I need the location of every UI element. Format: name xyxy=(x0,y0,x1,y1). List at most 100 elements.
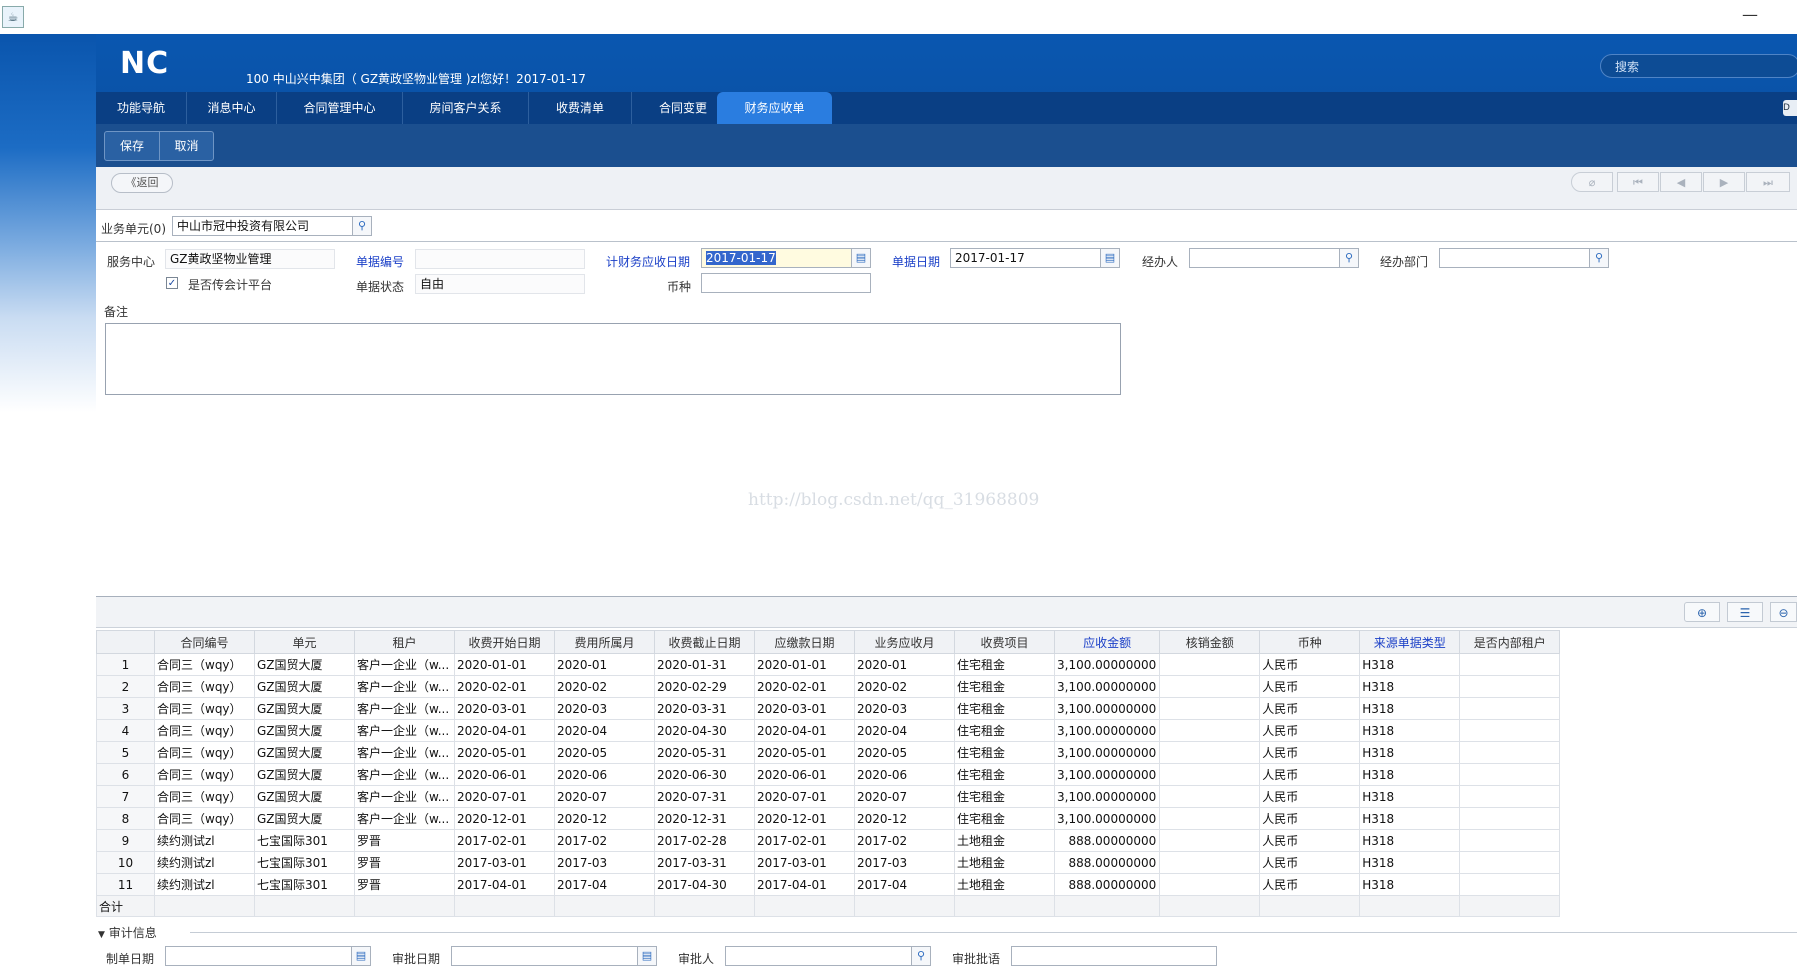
search-icon[interactable]: ⚲ xyxy=(352,217,371,235)
table-cell[interactable]: H318 xyxy=(1359,829,1461,852)
table-cell[interactable]: 客户一企业（w... xyxy=(354,675,455,698)
table-cell[interactable]: 2020-06-01 xyxy=(754,763,855,786)
java-app-icon[interactable]: ☕ xyxy=(2,6,24,28)
table-cell[interactable]: 2020-07-31 xyxy=(654,785,755,808)
table-cell[interactable]: GZ国贸大厦 xyxy=(254,785,355,808)
table-cell[interactable]: 住宅租金 xyxy=(954,763,1055,786)
table-cell[interactable]: GZ国贸大厦 xyxy=(254,653,355,676)
back-button[interactable]: 《返回 xyxy=(111,173,173,193)
table-cell[interactable]: 续约测试zl xyxy=(154,851,255,874)
table-cell[interactable]: 人民币 xyxy=(1259,851,1361,874)
table-cell[interactable]: 合同三（wqy） xyxy=(154,741,255,764)
table-cell[interactable]: 罗晋 xyxy=(354,873,455,896)
table-cell[interactable]: 七宝国际301 xyxy=(254,873,355,896)
table-cell[interactable]: 合同三（wqy） xyxy=(154,653,255,676)
column-header[interactable]: 费用所属月 xyxy=(554,630,655,654)
column-header[interactable]: 收费开始日期 xyxy=(454,630,555,654)
table-cell[interactable]: 2020-01-31 xyxy=(654,653,755,676)
table-cell[interactable]: 2017-04 xyxy=(854,873,955,896)
tab-room-customer[interactable]: 房间客户关系 xyxy=(403,92,529,124)
search-icon[interactable]: ⚲ xyxy=(1339,249,1358,267)
table-cell[interactable]: 2020-05-01 xyxy=(454,741,555,764)
approve-date-field[interactable]: ▤ xyxy=(451,946,657,966)
table-cell[interactable] xyxy=(1159,697,1261,720)
table-cell[interactable] xyxy=(1159,763,1261,786)
last-page-icon[interactable]: ⏭ xyxy=(1746,172,1790,192)
table-cell[interactable]: 人民币 xyxy=(1259,675,1361,698)
table-cell[interactable]: H318 xyxy=(1359,675,1461,698)
table-cell[interactable]: GZ国贸大厦 xyxy=(254,719,355,742)
table-row[interactable]: 3 合同三（wqy） GZ国贸大厦 客户一企业（w... 2020-03-01 2020-… xyxy=(96,697,1561,720)
column-header[interactable]: 来源单据类型 xyxy=(1359,630,1461,654)
table-cell[interactable] xyxy=(1159,807,1261,830)
dept-field[interactable]: ⚲ xyxy=(1439,248,1609,268)
table-row[interactable]: 9 续约测试zl 七宝国际301 罗晋 2017-02-01 2017-02 2017-02… xyxy=(96,829,1561,852)
table-cell[interactable]: 2020-02 xyxy=(854,675,955,698)
table-cell[interactable]: 土地租金 xyxy=(954,873,1055,896)
column-header[interactable]: 币种 xyxy=(1259,630,1361,654)
approver-field[interactable]: ⚲ xyxy=(725,946,931,966)
table-cell[interactable] xyxy=(1459,851,1561,874)
table-cell[interactable]: 2017-03 xyxy=(854,851,955,874)
table-cell[interactable]: 2017-03-31 xyxy=(654,851,755,874)
table-cell[interactable]: 罗晋 xyxy=(354,829,455,852)
table-cell[interactable]: 2017-04-01 xyxy=(754,873,855,896)
table-cell[interactable]: 七宝国际301 xyxy=(254,851,355,874)
table-cell[interactable]: 合同三（wqy） xyxy=(154,785,255,808)
org-field[interactable]: 中山市冠中投资有限公司 ⚲ xyxy=(172,216,372,236)
table-cell[interactable]: 2020-12 xyxy=(554,807,655,830)
tab-message-center[interactable]: 消息中心 xyxy=(187,92,277,124)
calendar-icon[interactable]: ▤ xyxy=(851,249,870,267)
table-cell[interactable]: 人民币 xyxy=(1259,807,1361,830)
next-page-icon[interactable]: ▶ xyxy=(1703,172,1745,192)
delete-row-icon[interactable]: ⊖ xyxy=(1770,602,1797,622)
table-cell[interactable]: 2020-02-29 xyxy=(654,675,755,698)
table-cell[interactable]: 人民币 xyxy=(1259,829,1361,852)
column-header[interactable]: 租户 xyxy=(354,630,455,654)
bill-date-field[interactable]: 2017-01-17 ▤ xyxy=(950,248,1120,268)
table-cell[interactable]: 3,100.00000000 xyxy=(1053,719,1161,742)
table-row[interactable]: 5 合同三（wqy） GZ国贸大厦 客户一企业（w... 2020-05-01 2020-… xyxy=(96,741,1561,764)
table-cell[interactable]: 2020-01-01 xyxy=(754,653,855,676)
tab-finance-receivable[interactable]: 财务应收单 xyxy=(717,92,832,124)
table-cell[interactable] xyxy=(1459,807,1561,830)
previous-page-icon[interactable]: ◀ xyxy=(1660,172,1702,192)
table-cell[interactable]: 合同三（wqy） xyxy=(154,697,255,720)
column-header[interactable]: 收费项目 xyxy=(954,630,1055,654)
service-center-field[interactable]: GZ黄政坚物业管理 xyxy=(165,249,335,269)
table-cell[interactable]: 3,100.00000000 xyxy=(1053,675,1161,698)
table-cell[interactable]: 客户一企业（w... xyxy=(354,807,455,830)
approve-note-field[interactable] xyxy=(1011,946,1217,966)
tab-overflow-button[interactable]: D xyxy=(1783,100,1797,116)
table-cell[interactable]: 888.00000000 xyxy=(1053,851,1161,874)
table-cell[interactable] xyxy=(1459,653,1561,676)
table-cell[interactable]: 2020-07 xyxy=(854,785,955,808)
table-cell[interactable]: 合同三（wqy） xyxy=(154,807,255,830)
table-cell[interactable]: 2020-03-01 xyxy=(754,697,855,720)
table-cell[interactable]: 2020-01 xyxy=(554,653,655,676)
table-cell[interactable]: 续约测试zl xyxy=(154,829,255,852)
table-cell[interactable]: 2020-04 xyxy=(554,719,655,742)
table-cell[interactable]: GZ国贸大厦 xyxy=(254,741,355,764)
table-cell[interactable] xyxy=(1459,697,1561,720)
table-row[interactable]: 1 合同三（wqy） GZ国贸大厦 客户一企业（w... 2020-01-01 2020-… xyxy=(96,653,1561,676)
column-header[interactable]: 业务应收月 xyxy=(854,630,955,654)
table-cell[interactable]: 客户一企业（w... xyxy=(354,785,455,808)
search-icon[interactable]: ⚲ xyxy=(911,947,930,965)
search-icon[interactable]: ⚲ xyxy=(1589,249,1608,267)
table-cell[interactable]: H318 xyxy=(1359,697,1461,720)
table-cell[interactable]: H318 xyxy=(1359,807,1461,830)
handler-field[interactable]: ⚲ xyxy=(1189,248,1359,268)
table-cell[interactable] xyxy=(1159,719,1261,742)
table-cell[interactable]: 2020-02 xyxy=(554,675,655,698)
table-cell[interactable]: 2020-02-01 xyxy=(454,675,555,698)
table-cell[interactable]: 2017-02 xyxy=(854,829,955,852)
table-cell[interactable]: 2020-07-01 xyxy=(754,785,855,808)
cancel-button[interactable]: 取消 xyxy=(160,132,213,160)
table-row[interactable]: 6 合同三（wqy） GZ国贸大厦 客户一企业（w... 2020-06-01 2020-… xyxy=(96,763,1561,786)
table-cell[interactable]: H318 xyxy=(1359,785,1461,808)
table-cell[interactable]: 2020-12-31 xyxy=(654,807,755,830)
table-cell[interactable] xyxy=(1159,785,1261,808)
table-cell[interactable]: 2017-04-30 xyxy=(654,873,755,896)
global-search[interactable] xyxy=(1600,54,1797,78)
